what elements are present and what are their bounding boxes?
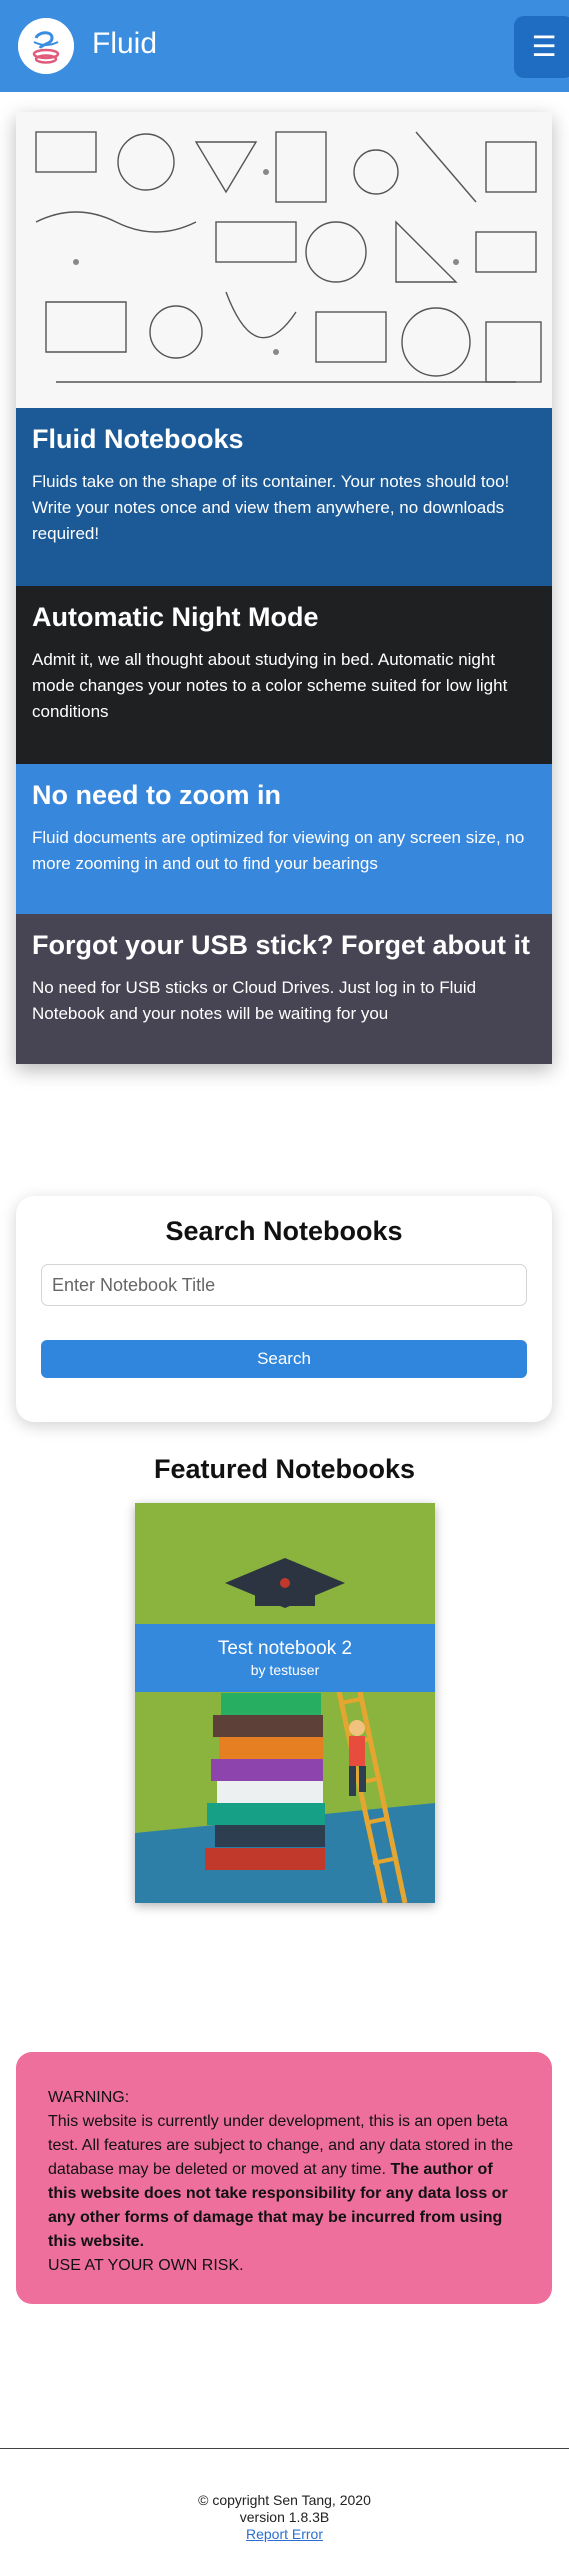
footer-divider xyxy=(0,2448,569,2449)
menu-button[interactable]: ☰ xyxy=(514,16,569,78)
warning-footer-text: USE AT YOUR OWN RISK. xyxy=(48,2257,244,2274)
warning-heading: WARNING: xyxy=(48,2089,130,2106)
feature-title: Automatic Night Mode xyxy=(32,602,319,632)
feature-title: Fluid Notebooks xyxy=(32,424,244,454)
feature-no-zoom: No need to zoom in Fluid documents are o… xyxy=(16,764,552,914)
feature-text: Admit it, we all thought about studying … xyxy=(32,650,508,721)
feature-night-mode: Automatic Night Mode Admit it, we all th… xyxy=(16,586,552,764)
featured-title: Featured Notebooks xyxy=(153,1454,416,1484)
notebook-cover-illustration xyxy=(135,1503,435,1903)
feature-usb-stick: Forgot your USB stick? Forget about it N… xyxy=(16,914,552,1064)
page-footer: © copyright Sen Tang, 2020 version 1.8.3… xyxy=(0,2492,569,2543)
notebook-title[interactable]: Test notebook 2 xyxy=(135,1638,435,1660)
featured-notebook-card[interactable]: Test notebook 2 by testuser xyxy=(135,1503,435,1903)
brand-title[interactable]: Fluid xyxy=(92,27,157,61)
notebook-author: by testuser xyxy=(250,1662,320,1678)
search-title: Search Notebooks xyxy=(165,1216,403,1246)
hamburger-icon: ☰ xyxy=(531,31,557,62)
hero-illustration xyxy=(16,112,552,408)
fluid-logo-icon[interactable] xyxy=(18,18,74,74)
feature-text: Fluids take on the shape of its containe… xyxy=(32,472,510,543)
features-section: Fluid Notebooks Fluids take on the shape… xyxy=(16,112,552,1064)
search-notebooks-card: Search Notebooks Search xyxy=(16,1196,552,1422)
search-input[interactable] xyxy=(41,1264,527,1306)
notebook-title-band: Test notebook 2 by testuser xyxy=(135,1624,435,1692)
top-navbar: Fluid ☰ xyxy=(0,0,569,92)
feature-text: Fluid documents are optimized for viewin… xyxy=(32,828,525,873)
copyright-text: © copyright Sen Tang, 2020 xyxy=(198,2492,371,2508)
warning-box: WARNING: This website is currently under… xyxy=(16,2052,552,2304)
feature-title: No need to zoom in xyxy=(32,780,281,810)
feature-text: No need for USB sticks or Cloud Drives. … xyxy=(32,978,477,1023)
report-error-link[interactable]: Report Error xyxy=(246,2526,323,2542)
warning-message: This website is currently under developm… xyxy=(48,2110,520,2254)
version-text: version 1.8.3B xyxy=(239,2509,330,2525)
feature-title: Forgot your USB stick? Forget about it xyxy=(32,930,530,960)
search-button[interactable]: Search xyxy=(41,1340,527,1378)
feature-fluid-notebooks: Fluid Notebooks Fluids take on the shape… xyxy=(16,408,552,586)
